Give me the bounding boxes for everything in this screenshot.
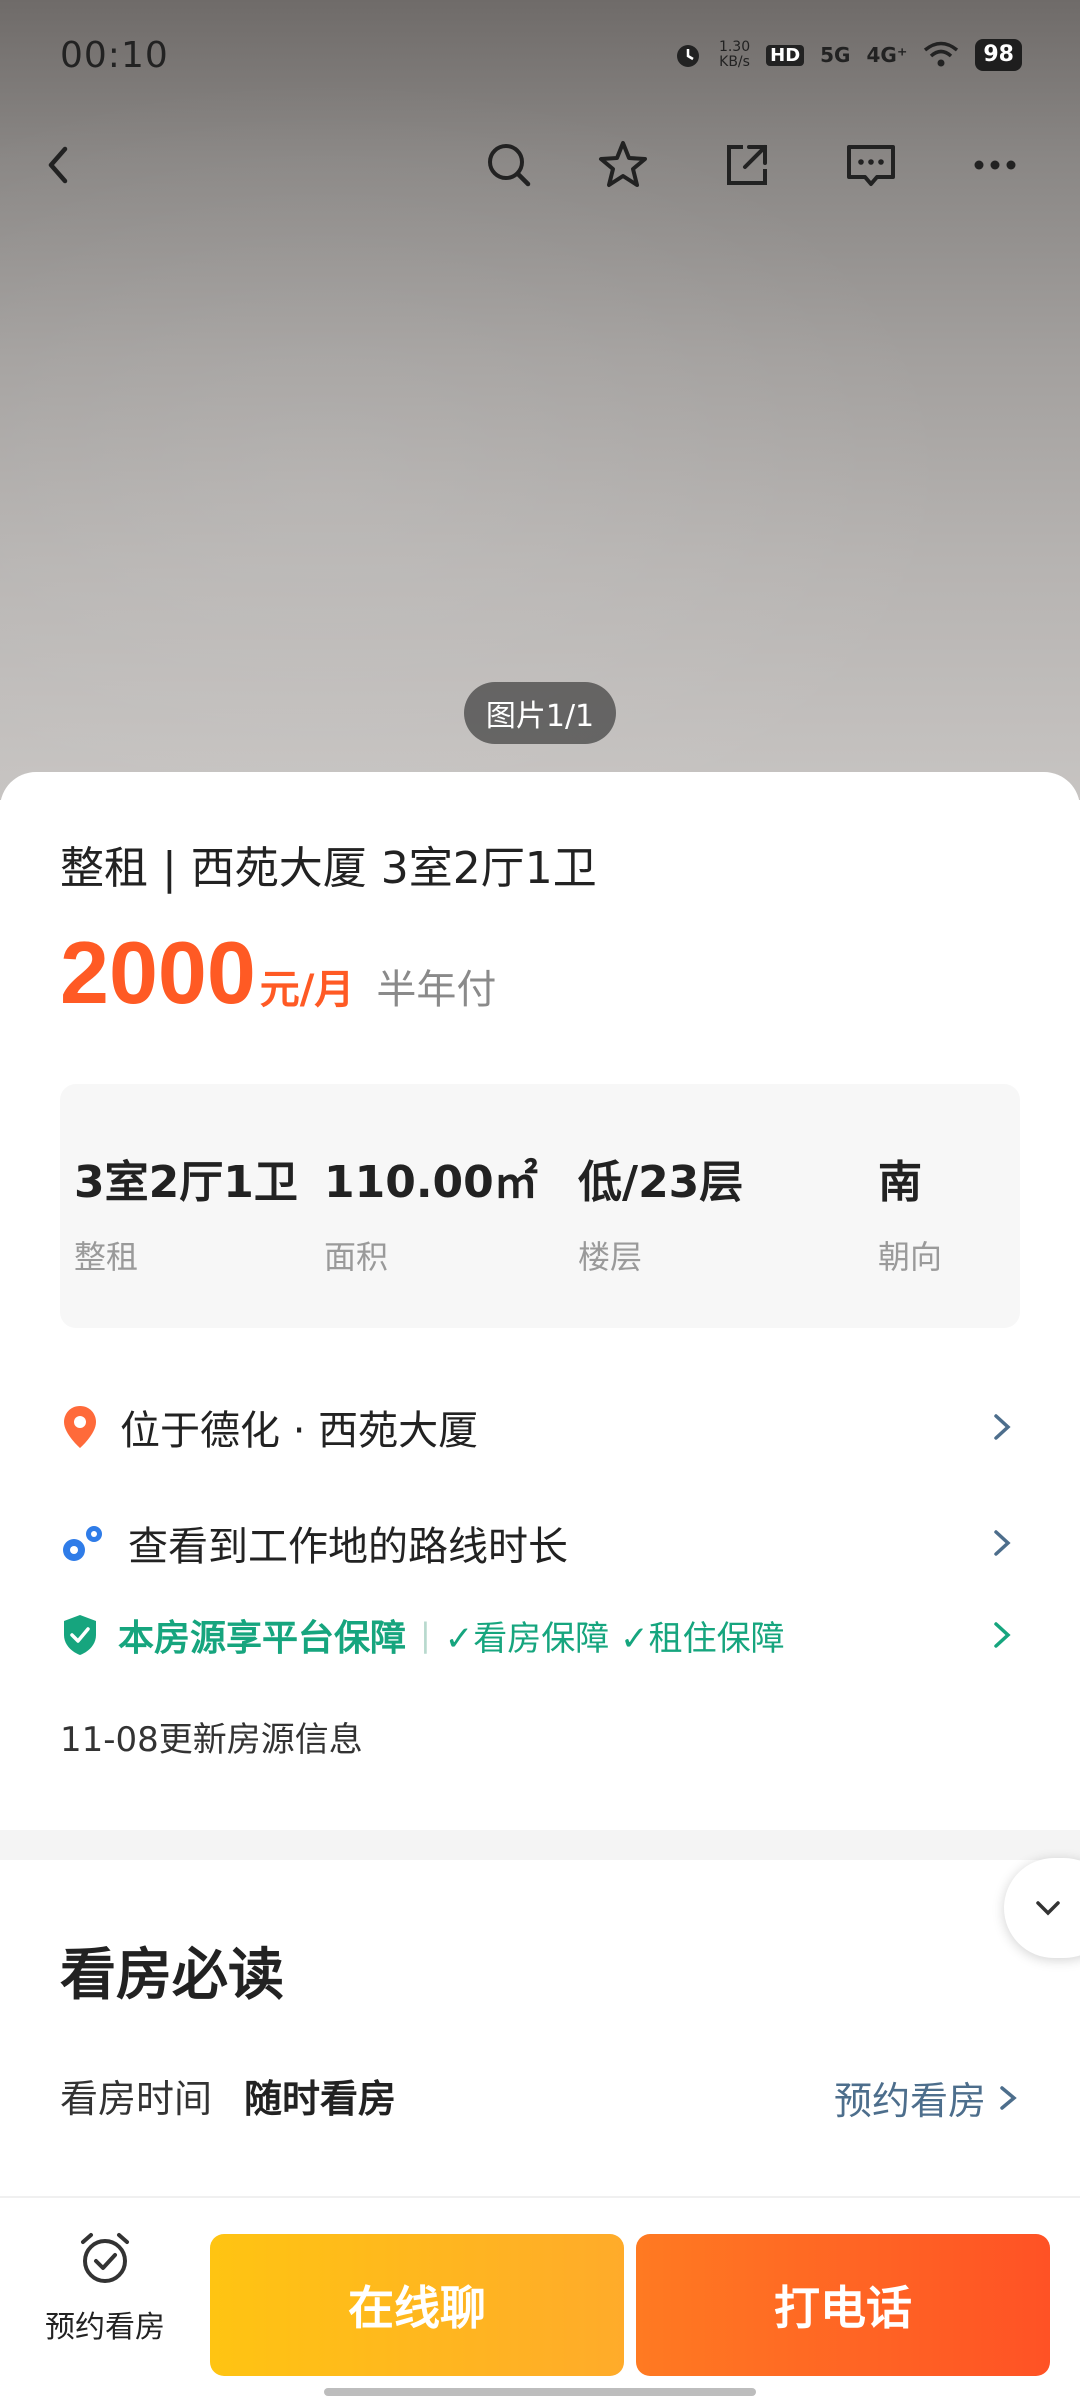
schedule-button[interactable]: 预约看房: [30, 2228, 180, 2346]
location-row[interactable]: 位于德化 · 西苑大厦: [60, 1392, 1020, 1462]
alarm-clock-icon: [81, 2233, 129, 2283]
viewing-section: 看房必读 看房时间 随时看房 预约看房: [0, 1860, 1080, 2176]
chevron-right-icon: [994, 1622, 1011, 1648]
status-bar: 00:10 1.30 KB/s HD 5G 4G⁺ 98: [0, 0, 1080, 110]
online-chat-button[interactable]: 在线聊: [210, 2234, 624, 2376]
schedule-label: 预约看房: [45, 2310, 165, 2345]
viewing-time-row: 看房时间 随时看房 预约看房: [60, 2060, 1020, 2130]
location-pin-icon: [64, 1406, 96, 1448]
price-row: 2000 元/月 半年付: [60, 922, 496, 1024]
share-icon[interactable]: [702, 120, 792, 210]
route-text: 查看到工作地的路线时长: [128, 1524, 568, 1570]
signal-5g-icon: 5G: [820, 43, 851, 67]
status-icons: 1.30 KB/s HD 5G 4G⁺ 98: [673, 39, 1022, 71]
viewing-time-label: 看房时间: [60, 2076, 213, 2121]
section-title: 看房必读: [60, 1943, 284, 2008]
schedule-viewing-link[interactable]: 预约看房: [834, 2070, 1020, 2125]
spec-orientation: 南 朝向: [878, 1157, 943, 1276]
guarantee-text: 本房源享平台保障: [118, 1618, 407, 1659]
chevron-right-icon: [994, 1414, 1011, 1440]
update-info: 11-08更新房源信息: [60, 1720, 363, 1760]
bottom-action-bar: 预约看房 在线聊 打电话: [0, 2196, 1080, 2400]
route-row[interactable]: 查看到工作地的路线时长: [60, 1508, 1020, 1578]
price-unit: 元/月: [259, 967, 355, 1013]
hd-icon: HD: [766, 44, 805, 66]
guarantee-row[interactable]: 本房源享平台保障 | ✓看房保障 ✓租住保障: [60, 1600, 1020, 1670]
listing-card: 整租 | 西苑大厦 3室2厅1卫 2000 元/月 半年付 3室2厅1卫 整租 …: [0, 772, 1080, 1830]
route-icon: [63, 1526, 102, 1561]
shield-check-icon: [64, 1615, 96, 1655]
more-icon[interactable]: [950, 120, 1040, 210]
price-value: 2000: [60, 923, 256, 1022]
viewing-time-value: 随时看房: [244, 2076, 397, 2121]
wifi-icon: [924, 41, 959, 67]
clock: 00:10: [60, 34, 169, 76]
back-icon[interactable]: [14, 120, 104, 210]
signal-4g-icon: 4G⁺: [866, 43, 908, 67]
battery-indicator: 98: [975, 39, 1022, 71]
spec-panel: 3室2厅1卫 整租 110.00㎡ 面积 低/23层 楼层 南 朝向: [60, 1084, 1020, 1328]
favorite-star-icon[interactable]: [578, 120, 668, 210]
net-speed: 1.30 KB/s: [718, 39, 751, 70]
chevron-right-icon: [1000, 2085, 1017, 2110]
top-nav: [0, 120, 1080, 210]
call-button[interactable]: 打电话: [636, 2234, 1050, 2376]
listing-title: 整租 | 西苑大厦 3室2厅1卫: [60, 843, 597, 894]
message-icon[interactable]: [826, 120, 916, 210]
spec-area: 110.00㎡ 面积: [324, 1157, 538, 1276]
guarantee-items: ✓看房保障 ✓租住保障: [444, 1618, 785, 1659]
spec-floor: 低/23层 楼层: [578, 1157, 744, 1276]
search-icon[interactable]: [464, 120, 554, 210]
payment-term: 半年付: [376, 967, 497, 1013]
alarm-icon: [676, 45, 699, 67]
home-indicator[interactable]: [324, 2388, 756, 2396]
location-text: 位于德化 · 西苑大厦: [120, 1408, 479, 1454]
photo-counter: 图片1/1: [464, 682, 616, 744]
spec-layout: 3室2厅1卫 整租: [74, 1157, 298, 1276]
chevron-down-icon: [1036, 1901, 1060, 1916]
divider-bar: |: [420, 1616, 431, 1654]
section-divider: [0, 1830, 1080, 1860]
chevron-right-icon: [994, 1530, 1011, 1556]
